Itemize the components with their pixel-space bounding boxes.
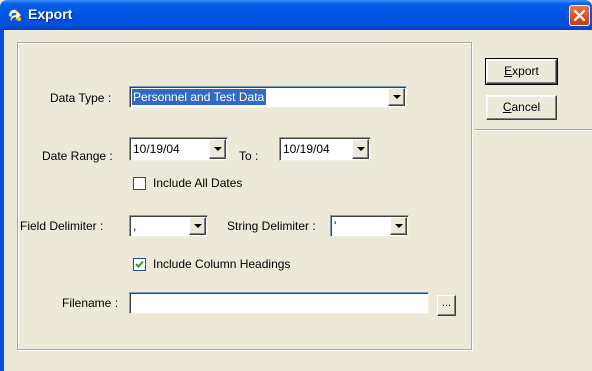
string-delimiter-dropdown-button[interactable] (390, 217, 407, 235)
field-delimiter-label: Field Delimiter : (20, 219, 104, 233)
data-type-label: Data Type : (50, 91, 112, 105)
string-delimiter-label: String Delimiter : (227, 219, 316, 233)
filename-label: Filename : (62, 296, 119, 310)
chevron-down-icon (194, 224, 202, 228)
data-type-dropdown-button[interactable] (388, 88, 405, 106)
include-all-dates-checkbox[interactable] (133, 177, 146, 190)
string-delimiter-select[interactable]: ' (330, 215, 409, 237)
chevron-down-icon (395, 224, 403, 228)
data-type-select[interactable]: Personnel and Test Data (129, 86, 407, 108)
include-column-headings-label[interactable]: Include Column Headings (153, 257, 290, 271)
field-delimiter-dropdown-button[interactable] (189, 217, 206, 235)
window-frame-left (0, 30, 4, 371)
date-to-dropdown-button[interactable] (352, 139, 369, 159)
chevron-down-icon (214, 147, 222, 151)
browse-button[interactable]: ... (437, 295, 456, 316)
chevron-down-icon (393, 95, 401, 99)
close-icon (573, 9, 586, 22)
date-to-value: 10/19/04 (283, 142, 330, 156)
data-type-value: Personnel and Test Data (132, 89, 267, 105)
date-to-picker[interactable]: 10/19/04 (279, 137, 371, 161)
cancel-button[interactable]: Cancel (486, 95, 557, 120)
filename-input[interactable] (129, 292, 429, 314)
include-column-headings-checkbox[interactable] (133, 258, 146, 271)
date-to-label: To : (239, 149, 259, 163)
export-button[interactable]: Export (485, 58, 558, 85)
app-icon (9, 9, 22, 22)
button-separator (475, 129, 592, 131)
window-title: Export (28, 6, 73, 22)
close-button[interactable] (569, 5, 590, 26)
title-bar[interactable]: Export (0, 0, 592, 30)
include-all-dates-label[interactable]: Include All Dates (153, 176, 242, 190)
export-button-accesskey: E (504, 64, 513, 78)
cancel-button-label: ancel (511, 100, 541, 114)
field-delimiter-value: , (133, 219, 137, 233)
check-icon (135, 260, 144, 268)
date-from-dropdown-button[interactable] (209, 139, 226, 159)
date-from-picker[interactable]: 10/19/04 (129, 137, 228, 161)
string-delimiter-value: ' (334, 219, 337, 233)
export-button-label: xport (512, 64, 539, 78)
date-range-label: Date Range : (42, 149, 113, 163)
date-from-value: 10/19/04 (133, 142, 180, 156)
chevron-down-icon (357, 147, 365, 151)
field-delimiter-select[interactable]: , (129, 215, 208, 237)
